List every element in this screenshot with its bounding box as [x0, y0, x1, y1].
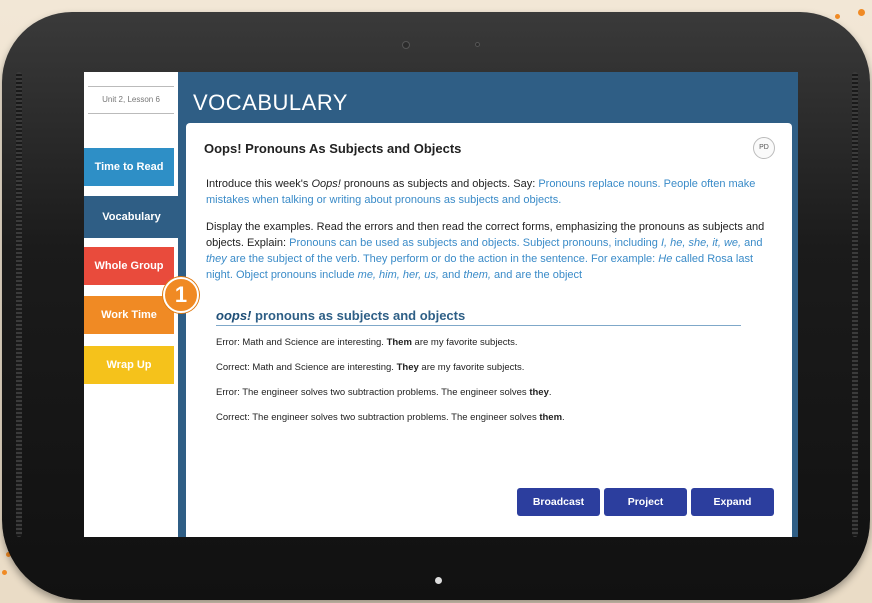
intro-paragraph: Introduce this week's Oops! pronouns as …: [206, 176, 778, 208]
teacher-script: and are the object: [490, 269, 583, 281]
expand-button[interactable]: Expand: [691, 488, 774, 516]
sidebar-item-label: Work Time: [101, 309, 157, 321]
sidebar-item-label: Wrap Up: [106, 359, 152, 371]
broadcast-button[interactable]: Broadcast: [517, 488, 600, 516]
pronoun: them: [539, 412, 563, 423]
example-line: Correct: Math and Science are interestin…: [216, 362, 524, 373]
teacher-script: are the subject of the verb. They perfor…: [226, 253, 659, 265]
left-speaker: [16, 72, 22, 537]
teacher-script: He: [658, 253, 673, 265]
sidebar-item-wrap-up[interactable]: Wrap Up: [84, 346, 174, 384]
sensor-icon: [475, 42, 480, 47]
card-title: Oops! Pronouns As Subjects and Objects: [204, 141, 462, 156]
teacher-script: they: [206, 253, 227, 265]
text: Oops!: [311, 178, 341, 190]
sidebar-item-label: Whole Group: [94, 260, 164, 272]
text: pronouns as subjects and objects: [251, 308, 466, 323]
example-line: Correct: The engineer solves two subtrac…: [216, 412, 565, 423]
sidebar-item-label: Vocabulary: [102, 211, 161, 223]
example-line: Error: Math and Science are interesting.…: [216, 337, 518, 348]
text: .: [562, 412, 565, 423]
decor-dot: [2, 570, 7, 575]
teacher-script: and: [741, 237, 763, 249]
sidebar-item-work-time[interactable]: Work Time: [84, 296, 174, 334]
content-card: Oops! Pronouns As Subjects and Objects P…: [186, 123, 792, 537]
text: oops!: [216, 308, 252, 323]
teacher-script: and: [438, 269, 464, 281]
pd-badge[interactable]: PD: [753, 137, 775, 159]
examples-heading: oops! pronouns as subjects and objects: [216, 308, 741, 326]
sidebar-item-whole-group[interactable]: Whole Group: [84, 247, 174, 285]
text: Error: The engineer solves two subtracti…: [216, 387, 530, 398]
pronoun: they: [529, 387, 549, 398]
text: Correct: The engineer solves two subtrac…: [216, 412, 540, 423]
lesson-label: Unit 2, Lesson 6: [88, 86, 174, 114]
pronoun: Them: [386, 337, 412, 348]
right-speaker: [852, 72, 858, 537]
pronoun: They: [396, 362, 419, 373]
explain-paragraph: Display the examples. Read the errors an…: [206, 219, 778, 283]
text: Correct: Math and Science are interestin…: [216, 362, 397, 373]
sidebar-item-label: Time to Read: [94, 161, 164, 173]
teacher-script: I, he, she, it, we,: [660, 237, 742, 249]
project-button[interactable]: Project: [604, 488, 687, 516]
text: Introduce this week's: [206, 178, 312, 190]
camera-icon: [402, 41, 410, 49]
teacher-script: them,: [463, 269, 491, 281]
decor-dot: [835, 14, 840, 19]
example-line: Error: The engineer solves two subtracti…: [216, 387, 552, 398]
sidebar-item-time-to-read[interactable]: Time to Read: [84, 148, 174, 186]
sidebar-item-vocabulary[interactable]: Vocabulary: [84, 196, 179, 238]
home-button[interactable]: [435, 577, 442, 584]
teacher-script: me, him, her, us,: [357, 269, 439, 281]
text: Error: Math and Science are interesting.: [216, 337, 387, 348]
callout-marker: 1: [163, 277, 199, 313]
main-panel: VOCABULARY Oops! Pronouns As Subjects an…: [178, 72, 798, 537]
text: pronouns as subjects and objects. Say:: [340, 178, 539, 190]
page-title: VOCABULARY: [193, 90, 348, 115]
teacher-script: Pronouns can be used as subjects and obj…: [289, 237, 661, 249]
text: are my favorite subjects.: [411, 337, 518, 348]
text: .: [548, 387, 552, 398]
decor-dot: [858, 9, 865, 16]
text: are my favorite subjects.: [418, 362, 525, 373]
